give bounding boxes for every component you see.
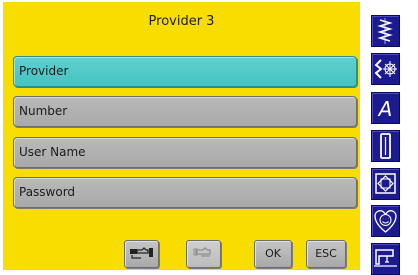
buttonhole-button[interactable] [371, 130, 400, 162]
quilt-button[interactable] [371, 168, 400, 200]
decorative-stitch-button[interactable] [371, 53, 400, 85]
zigzag-stitch-icon [377, 18, 393, 44]
quilt-icon [375, 173, 396, 194]
user-name-field-label: User Name [19, 145, 86, 159]
password-field-label: Password [19, 185, 76, 199]
embroidery-icon [374, 210, 397, 233]
sewing-machine-button[interactable] [371, 243, 400, 275]
user-name-field[interactable]: User Name [13, 137, 357, 168]
zigzag-stitch-button[interactable] [371, 15, 400, 47]
hand-disconnect-icon [193, 247, 211, 257]
hand-connect-icon [129, 247, 153, 259]
number-field-label: Number [19, 104, 68, 118]
buttonhole-icon [380, 133, 391, 159]
embroidery-button[interactable] [371, 205, 400, 237]
alphabet-glyph: A [377, 97, 393, 121]
provider-panel: Provider 3 Provider Number User Name Pas… [3, 2, 360, 270]
sidebar: A [362, 0, 418, 275]
esc-button[interactable]: ESC [306, 240, 346, 268]
decorative-stitch-icon [374, 59, 397, 79]
disconnect-button[interactable] [186, 240, 221, 268]
provider-field-label: Provider [19, 64, 69, 78]
connect-button[interactable] [124, 240, 159, 268]
number-field[interactable]: Number [13, 96, 357, 127]
ok-button[interactable]: OK [254, 240, 292, 268]
password-field[interactable]: Password [13, 177, 357, 208]
screen: Provider 3 Provider Number User Name Pas… [0, 0, 418, 275]
alphabet-button[interactable]: A [371, 92, 400, 124]
provider-field[interactable]: Provider [13, 56, 357, 87]
sewing-machine-icon [374, 249, 397, 267]
alphabet-icon: A [377, 97, 393, 121]
page-title: Provider 3 [148, 14, 215, 29]
